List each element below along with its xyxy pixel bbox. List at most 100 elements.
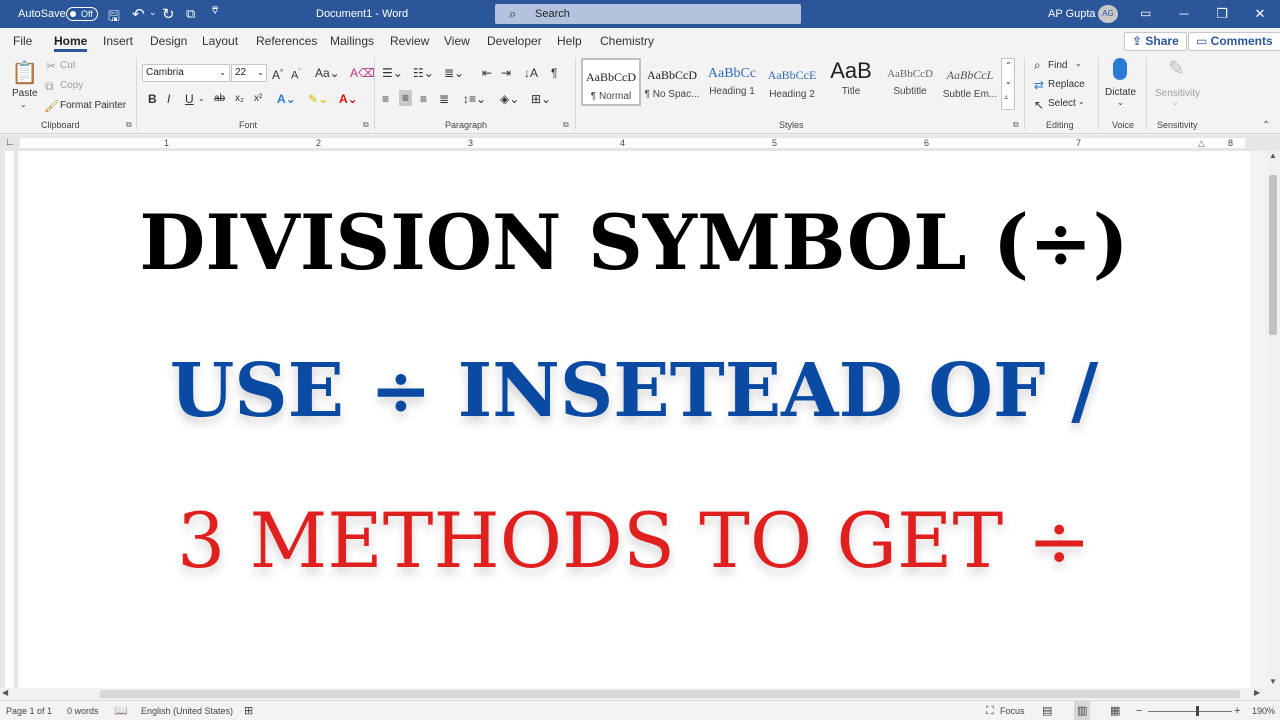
right-indent-marker[interactable]: △: [1198, 138, 1205, 149]
format-painter-button[interactable]: Format Painter: [60, 100, 126, 111]
align-right-icon[interactable]: ≡: [420, 91, 427, 107]
customize-qat-icon[interactable]: ⩢: [212, 6, 218, 17]
subscript-icon[interactable]: x₂: [235, 91, 244, 107]
style-no-spacing[interactable]: AaBbCcD ¶ No Spac...: [642, 58, 702, 106]
comments-button[interactable]: ▭ Comments: [1188, 32, 1280, 51]
vertical-scroll-thumb[interactable]: [1269, 175, 1277, 335]
share-button[interactable]: ⇪ Share: [1124, 32, 1187, 51]
select-dropdown-icon[interactable]: ⌄: [1078, 97, 1085, 106]
chevron-up-icon[interactable]: ⌃: [1005, 61, 1012, 70]
scroll-right-icon[interactable]: ▶: [1254, 688, 1260, 697]
scroll-left-icon[interactable]: ◀: [2, 688, 8, 697]
bold-icon[interactable]: B: [148, 91, 157, 107]
undo-icon[interactable]: ↶: [132, 5, 145, 23]
sort-icon[interactable]: ↓A: [524, 65, 538, 81]
scroll-down-icon[interactable]: ▼: [1269, 677, 1277, 686]
tab-layout[interactable]: Layout: [202, 28, 238, 54]
paste-dropdown-icon[interactable]: ⌄: [20, 100, 27, 109]
search-box[interactable]: ⌕ Search: [495, 4, 801, 24]
style-heading-2[interactable]: AaBbCcE Heading 2: [762, 58, 822, 106]
tab-developer[interactable]: Developer: [487, 28, 542, 54]
grow-font-icon[interactable]: A^: [272, 65, 283, 83]
document-line-3[interactable]: 3 METHODS TO GET ÷: [18, 496, 1250, 585]
shrink-font-icon[interactable]: Aˇ: [291, 65, 301, 84]
cut-button[interactable]: Cut: [60, 60, 76, 71]
user-name[interactable]: AP Gupta: [1048, 0, 1096, 28]
superscript-icon[interactable]: x²: [254, 91, 262, 107]
microphone-icon[interactable]: [1113, 58, 1127, 80]
more-styles-icon[interactable]: ⩡: [1004, 93, 1009, 103]
scroll-up-icon[interactable]: ▲: [1269, 151, 1277, 160]
tab-insert[interactable]: Insert: [103, 28, 133, 54]
highlight-icon[interactable]: ✎⌄: [308, 91, 328, 107]
redo-icon[interactable]: ↻: [162, 5, 175, 23]
numbering-icon[interactable]: ☷⌄: [413, 65, 434, 81]
style-heading-1[interactable]: AaBbCc Heading 1: [702, 58, 762, 106]
tab-mailings[interactable]: Mailings: [330, 28, 374, 54]
save-icon[interactable]: 🖫: [108, 6, 120, 30]
styles-scroll[interactable]: ⌃ ⌄ ⩡: [1001, 58, 1015, 110]
proofing-icon[interactable]: 📖: [114, 701, 128, 720]
paste-icon[interactable]: 📋: [11, 60, 38, 86]
increase-indent-icon[interactable]: ⇥: [501, 65, 511, 81]
minimize-icon[interactable]: ─: [1166, 0, 1202, 28]
font-size-box[interactable]: 22 ⌄: [231, 64, 267, 82]
chevron-down-icon[interactable]: ⌄: [1005, 77, 1012, 86]
style-title[interactable]: AaB Title: [821, 58, 881, 106]
tab-chemistry[interactable]: Chemistry: [600, 28, 654, 54]
web-layout-icon[interactable]: ▦: [1110, 701, 1120, 720]
focus-button[interactable]: Focus: [1000, 701, 1025, 720]
vertical-scrollbar[interactable]: ▲ ▼: [1266, 151, 1280, 688]
word-count[interactable]: 0 words: [67, 701, 99, 720]
multilevel-list-icon[interactable]: ≣⌄: [444, 65, 464, 81]
tab-references[interactable]: References: [256, 28, 317, 54]
zoom-level[interactable]: 190%: [1252, 701, 1275, 720]
clear-formatting-icon[interactable]: A⌫: [350, 65, 375, 81]
touch-mode-icon[interactable]: ⧉: [186, 6, 195, 22]
line-spacing-icon[interactable]: ↕≡⌄: [463, 91, 486, 107]
document-page[interactable]: DIVISION SYMBOL (÷) USE ÷ INSETEAD OF / …: [18, 151, 1250, 688]
borders-icon[interactable]: ⊞⌄: [531, 91, 551, 107]
close-icon[interactable]: ✕: [1242, 0, 1278, 28]
shading-icon[interactable]: ◈⌄: [500, 91, 519, 107]
tab-review[interactable]: Review: [390, 28, 429, 54]
clipboard-launcher-icon[interactable]: ⧉: [126, 120, 132, 130]
horizontal-ruler[interactable]: ∟ 1 2 3 4 5 6 7 8 △: [0, 135, 1280, 151]
print-layout-icon[interactable]: ▥: [1074, 701, 1091, 720]
horizontal-scrollbar[interactable]: ◀ ▶: [0, 688, 1280, 700]
avatar[interactable]: AG: [1098, 5, 1118, 23]
restore-icon[interactable]: ❐: [1204, 0, 1240, 28]
font-color-icon[interactable]: A⌄: [339, 91, 358, 107]
accessibility-icon[interactable]: ⊞: [244, 701, 253, 720]
change-case-icon[interactable]: Aa⌄: [315, 65, 340, 81]
text-effects-icon[interactable]: A⌄: [277, 91, 296, 107]
decrease-indent-icon[interactable]: ⇤: [482, 65, 492, 81]
zoom-in-icon[interactable]: +: [1234, 701, 1240, 720]
style-subtitle[interactable]: AaBbCcD Subtitle: [880, 58, 940, 106]
dictate-button[interactable]: Dictate: [1105, 87, 1136, 98]
paragraph-launcher-icon[interactable]: ⧉: [563, 120, 569, 130]
document-line-2[interactable]: USE ÷ INSETEAD OF /: [18, 348, 1250, 434]
dictate-dropdown-icon[interactable]: ⌄: [1117, 98, 1124, 107]
tab-file[interactable]: File: [13, 28, 32, 54]
read-mode-icon[interactable]: ▤: [1042, 701, 1052, 720]
bullets-icon[interactable]: ☰⌄: [382, 65, 403, 81]
zoom-slider-thumb[interactable]: [1196, 706, 1199, 716]
autosave-toggle[interactable]: Off: [66, 7, 98, 21]
ribbon-display-options-icon[interactable]: ▭: [1140, 6, 1151, 20]
find-dropdown-icon[interactable]: ⌄: [1075, 59, 1082, 68]
language-status[interactable]: English (United States): [141, 701, 233, 720]
select-button[interactable]: Select: [1048, 98, 1076, 109]
replace-button[interactable]: Replace: [1048, 79, 1085, 90]
font-name-box[interactable]: Cambria ⌄: [142, 64, 230, 82]
tab-selector-icon[interactable]: ∟: [5, 137, 15, 148]
tab-view[interactable]: View: [444, 28, 470, 54]
style-subtle-emphasis[interactable]: AaBbCcL Subtle Em...: [940, 58, 1000, 106]
tab-design[interactable]: Design: [150, 28, 187, 54]
strikethrough-icon[interactable]: ab: [214, 91, 225, 107]
vertical-ruler[interactable]: [0, 151, 18, 688]
tab-help[interactable]: Help: [557, 28, 582, 54]
align-left-icon[interactable]: ≡: [382, 91, 389, 107]
collapse-ribbon-icon[interactable]: ⌃: [1262, 120, 1270, 131]
show-formatting-icon[interactable]: ¶: [551, 65, 557, 81]
